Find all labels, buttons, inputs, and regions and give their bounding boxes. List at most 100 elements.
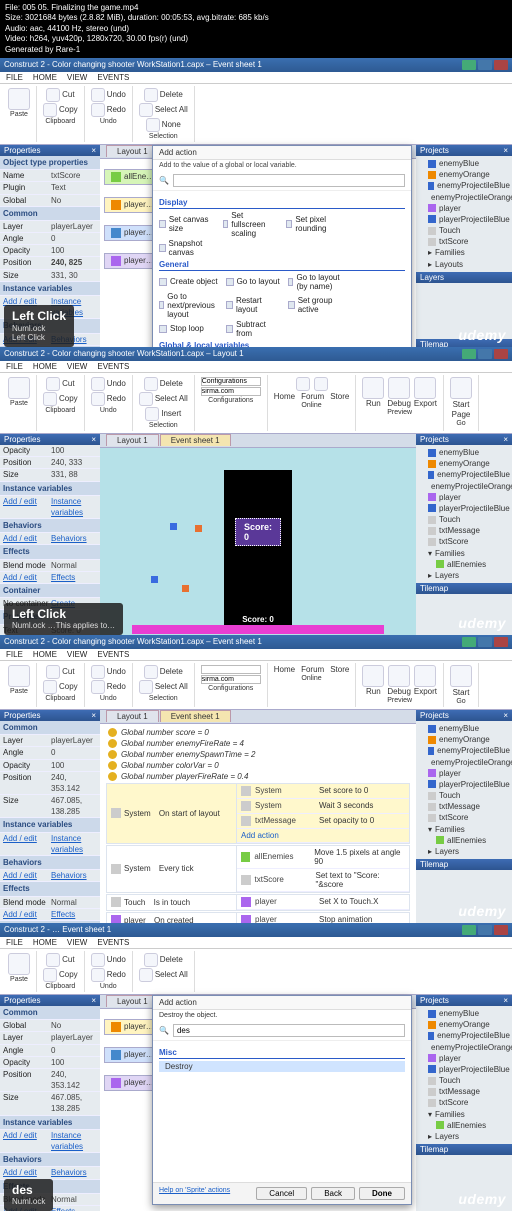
- act-groupactive[interactable]: Set group active: [288, 292, 342, 319]
- none-button[interactable]: None: [146, 118, 181, 132]
- v-size[interactable]: 331, 30: [51, 270, 97, 281]
- act-goto1[interactable]: Go to layout: [226, 273, 280, 291]
- maximize-button[interactable]: [478, 60, 492, 70]
- k-pos: Position: [3, 257, 51, 268]
- tree-player[interactable]: player: [418, 203, 510, 214]
- var-est[interactable]: Global number enemySpawnTime = 2: [106, 749, 410, 760]
- menu-events[interactable]: EVENTS: [97, 73, 129, 82]
- tree-epo[interactable]: enemyProjectileOrange: [418, 192, 510, 203]
- close-icon[interactable]: ×: [503, 146, 508, 155]
- tree-layouts[interactable]: ▸ Layouts: [418, 259, 510, 270]
- act-subtract[interactable]: Subtract from: [226, 320, 280, 338]
- udemy-watermark: udemy: [458, 903, 506, 919]
- search-box[interactable]: [201, 387, 261, 396]
- event-row-4[interactable]: player On created playerStop animation: [106, 912, 410, 923]
- selectall-button[interactable]: Select All: [139, 103, 188, 117]
- v-name[interactable]: txtScore: [51, 170, 97, 181]
- v-op[interactable]: 100: [51, 245, 97, 256]
- k-global: Global: [3, 195, 51, 206]
- cut-button[interactable]: Cut: [46, 88, 74, 102]
- var-cv[interactable]: Global number colorVar = 0: [106, 760, 410, 771]
- projects-label: Projects: [420, 146, 449, 155]
- dlg2-title: Add action: [153, 996, 411, 1010]
- act-goto2[interactable]: Go to layout (by name): [288, 273, 342, 291]
- event-row-2[interactable]: System Every tick allEnemiesMove 1.5 pix…: [106, 845, 410, 893]
- dlg2-cat-misc: Misc: [159, 1048, 405, 1059]
- menu-file[interactable]: FILE: [6, 73, 23, 82]
- menu-home[interactable]: HOME: [33, 73, 57, 82]
- center-pane: Layout 1 Event sheet 1 allEne… player… p…: [100, 145, 416, 347]
- debug-icon[interactable]: [388, 377, 410, 399]
- paste-icon[interactable]: [8, 377, 30, 399]
- projects-pane: Projects× enemyBlue enemyOrange enemyPro…: [416, 434, 512, 635]
- tree-epb[interactable]: enemyProjectileBlue: [418, 180, 510, 191]
- v-angle[interactable]: 0: [51, 233, 97, 244]
- act-snapshot[interactable]: Snapshot canvas: [159, 239, 215, 257]
- dlg2-cancel-button[interactable]: Cancel: [256, 1187, 307, 1200]
- construct-window-4: Construct 2 - … Event sheet 1 FILEHOMEVI…: [0, 923, 512, 1211]
- event-row-3[interactable]: Touch Is in touch playerSet X to Touch.X: [106, 894, 410, 911]
- v-pos[interactable]: 240, 825: [51, 257, 97, 268]
- var-pfr[interactable]: Global number playerFireRate = 0.4: [106, 771, 410, 782]
- ribbon: Paste CutCopyClipboard UndoRedoUndo Dele…: [0, 84, 512, 145]
- export-icon[interactable]: [414, 377, 436, 399]
- tree-ppb[interactable]: playerProjectileBlue: [418, 214, 510, 225]
- run-icon[interactable]: [362, 377, 384, 399]
- close-button[interactable]: [494, 60, 508, 70]
- score-text-selected[interactable]: Score: 0: [235, 518, 281, 546]
- tree-eo[interactable]: enemyOrange: [418, 169, 510, 180]
- construct-window-1: Construct 2 - Color changing shooter Wor…: [0, 58, 512, 347]
- tab-events[interactable]: Event sheet 1: [160, 434, 231, 446]
- minimize-button[interactable]: [462, 60, 476, 70]
- tree-touch[interactable]: Touch: [418, 225, 510, 236]
- config-dropdown[interactable]: [201, 377, 261, 386]
- dlg2-help-link[interactable]: Help on 'Sprite' actions: [159, 1187, 230, 1200]
- add-action-link[interactable]: Add action: [237, 829, 409, 843]
- menu-view[interactable]: VIEW: [67, 73, 87, 82]
- act-pixel[interactable]: Set pixel rounding: [286, 211, 342, 238]
- start-icon[interactable]: [450, 377, 472, 399]
- act-gotonext[interactable]: Go to next/previous layout: [159, 292, 218, 319]
- copy-button[interactable]: Copy: [43, 103, 78, 117]
- tab-layout[interactable]: Layout 1: [106, 145, 159, 157]
- destroy-item[interactable]: Destroy: [159, 1061, 405, 1072]
- act-fullscreen[interactable]: Set fullscreen scaling: [223, 211, 279, 238]
- close-pane-icon[interactable]: ×: [91, 146, 96, 155]
- k-plugin: Plugin: [3, 182, 51, 193]
- var-efr[interactable]: Global number enemyFireRate = 4: [106, 738, 410, 749]
- var-score[interactable]: Global number score = 0: [106, 727, 410, 738]
- tree-families[interactable]: ▸ Families: [418, 247, 510, 258]
- flag-icon[interactable]: [296, 377, 310, 391]
- search-icon: 🔍: [159, 176, 169, 185]
- k-name: Name: [3, 170, 51, 181]
- mouse-overlay-2: Left Click Numl.ock …This applies to…: [4, 603, 123, 635]
- cut-label: Cut: [62, 90, 74, 99]
- project-tree: enemyBlue enemyOrange enemyProjectileBlu…: [416, 156, 512, 272]
- tree-txtscore[interactable]: txtScore: [418, 236, 510, 247]
- act-canvas-size[interactable]: Set canvas size: [159, 211, 215, 238]
- dlg2-done-button[interactable]: Done: [359, 1187, 405, 1200]
- layout-canvas[interactable]: Score: 0 Score: 0 www.cg-kn.com: [100, 448, 416, 635]
- delete-button[interactable]: Delete: [144, 88, 183, 102]
- html5-icon[interactable]: [314, 377, 328, 391]
- act-stoploop[interactable]: Stop loop: [159, 320, 218, 338]
- paste-icon[interactable]: [8, 88, 30, 110]
- none-icon: [146, 118, 160, 132]
- redo-button[interactable]: Redo: [91, 103, 126, 117]
- dlg2-back-button[interactable]: Back: [311, 1187, 355, 1200]
- sprite-orange: [195, 525, 202, 532]
- dlg2-search-input[interactable]: [173, 1024, 405, 1037]
- dlg2-desc: Destroy the object.: [153, 1010, 411, 1021]
- event-row-1[interactable]: System On start of layout SystemSet scor…: [106, 783, 410, 844]
- none-label: None: [162, 120, 181, 129]
- tab-layout[interactable]: Layout 1: [106, 434, 159, 446]
- undo-button[interactable]: Undo: [91, 88, 126, 102]
- center-pane: Layout 1Event sheet 1 Score: 0 Score: 0 …: [100, 434, 416, 635]
- tree-eb[interactable]: enemyBlue: [418, 158, 510, 169]
- act-restart[interactable]: Restart layout: [226, 292, 280, 319]
- add-action-dialog: Add action Add to the value of a global …: [152, 145, 412, 347]
- v-layer[interactable]: playerLayer: [51, 221, 97, 232]
- dlg-search-input[interactable]: [173, 174, 405, 187]
- v-global[interactable]: No: [51, 195, 97, 206]
- act-create[interactable]: Create object: [159, 273, 218, 291]
